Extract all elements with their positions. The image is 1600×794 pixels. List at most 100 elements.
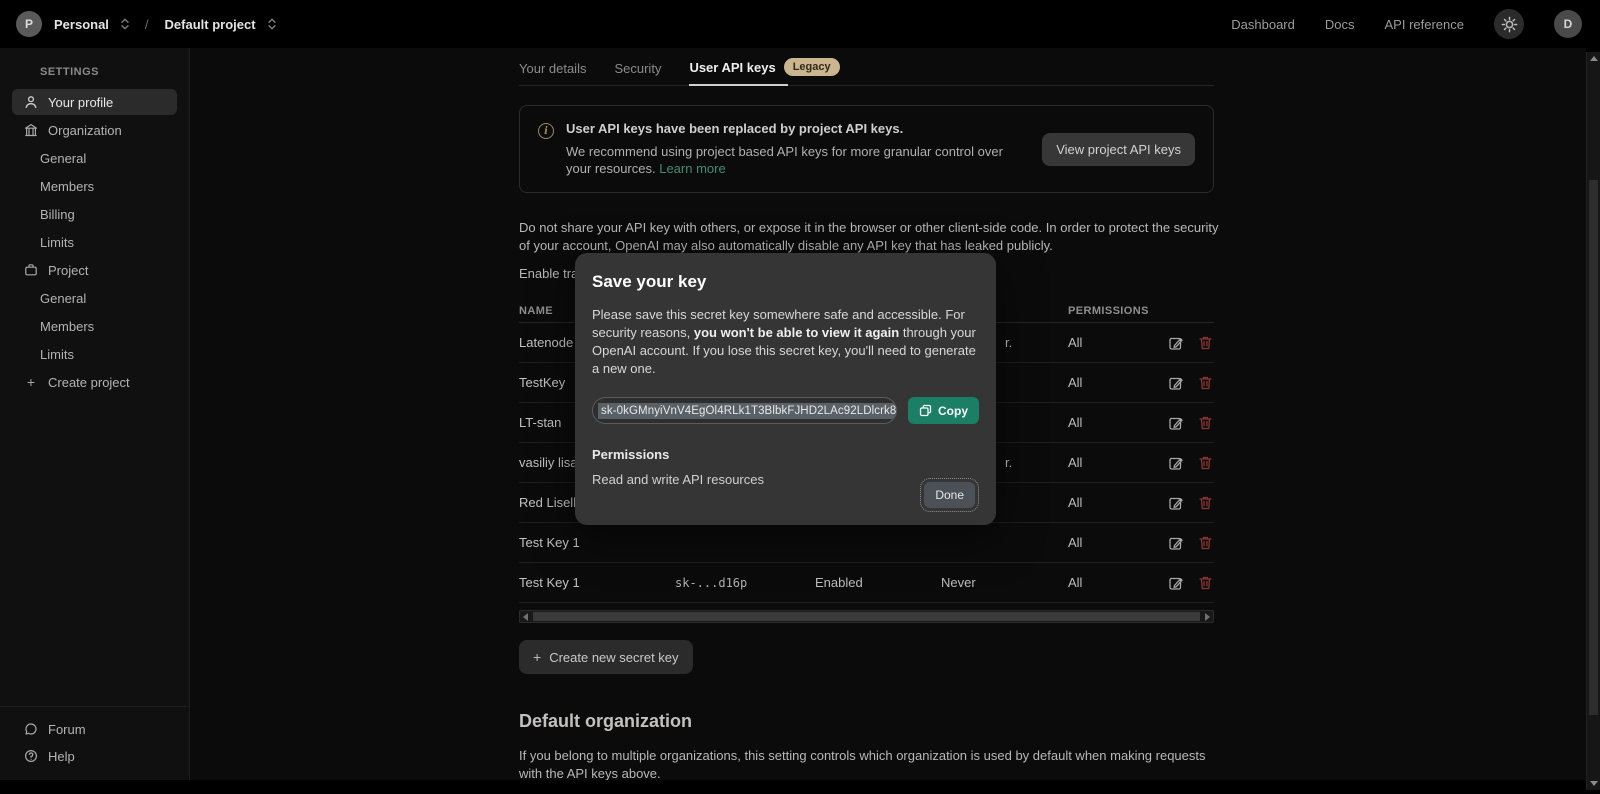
- last-used-fragment: r.: [1005, 335, 1013, 350]
- horizontal-scrollbar[interactable]: [519, 610, 1214, 623]
- key-secret: sk-...d16p: [675, 575, 748, 590]
- settings-sidebar: SETTINGS Your profile Organization Gener…: [0, 48, 190, 780]
- view-project-api-keys-button[interactable]: View project API keys: [1042, 133, 1195, 166]
- copy-icon: [919, 404, 932, 417]
- scroll-left-arrow-icon[interactable]: [523, 613, 528, 621]
- learn-more-link[interactable]: Learn more: [659, 161, 725, 176]
- vertical-scrollbar-thumb[interactable]: [1589, 180, 1598, 715]
- create-secret-key-button[interactable]: + Create new secret key: [519, 640, 693, 674]
- chevron-updown-icon[interactable]: [119, 17, 131, 31]
- org-switcher[interactable]: Personal: [54, 17, 109, 32]
- delete-icon[interactable]: [1198, 535, 1214, 551]
- key-permissions: All: [1068, 375, 1083, 390]
- plus-icon: +: [26, 374, 36, 390]
- sidebar-item-label: Limits: [40, 234, 74, 250]
- delete-icon[interactable]: [1198, 455, 1214, 471]
- horizontal-scrollbar-thumb[interactable]: [533, 612, 1200, 621]
- briefcase-icon: [23, 262, 39, 278]
- delete-icon[interactable]: [1198, 495, 1214, 511]
- key-permissions: All: [1068, 535, 1083, 550]
- copy-button[interactable]: Copy: [908, 397, 979, 424]
- info-icon: i: [538, 123, 554, 139]
- banner-title: User API keys have been replaced by proj…: [566, 121, 904, 136]
- top-bar: P Personal / Default project Dashboard D…: [0, 0, 1600, 48]
- nav-docs[interactable]: Docs: [1325, 17, 1355, 32]
- copy-button-label: Copy: [938, 403, 968, 418]
- scroll-down-arrow-icon[interactable]: [1590, 781, 1598, 786]
- col-permissions: PERMISSIONS: [1068, 304, 1149, 317]
- nav-api-reference[interactable]: API reference: [1385, 17, 1465, 32]
- breadcrumb-separator: /: [144, 16, 149, 32]
- sidebar-item-label: Limits: [40, 346, 74, 362]
- delete-icon[interactable]: [1198, 375, 1214, 391]
- key-permissions: All: [1068, 495, 1083, 510]
- tab-your-details[interactable]: Your details: [519, 61, 586, 85]
- tab-user-api-keys[interactable]: User API keys Legacy: [689, 58, 840, 86]
- edit-icon[interactable]: [1168, 495, 1184, 511]
- sidebar-item-proj-limits[interactable]: Limits: [12, 341, 177, 367]
- modal-title: Save your key: [592, 272, 707, 291]
- chevron-updown-icon[interactable]: [266, 17, 278, 31]
- sidebar-item-label: Members: [40, 318, 95, 334]
- default-organization-description: If you belong to multiple organizations,…: [519, 748, 1206, 781]
- sidebar-item-proj-members[interactable]: Members: [12, 313, 177, 339]
- nav-dashboard[interactable]: Dashboard: [1231, 17, 1295, 32]
- sidebar-item-create-project[interactable]: + Create project: [12, 369, 177, 395]
- sidebar-footer: Forum Help: [0, 706, 189, 780]
- scroll-up-arrow-icon[interactable]: [1590, 56, 1598, 61]
- sidebar-item-label: Organization: [48, 122, 122, 138]
- project-switcher[interactable]: Default project: [165, 17, 256, 32]
- sidebar-item-org-billing[interactable]: Billing: [12, 201, 177, 227]
- delete-icon[interactable]: [1198, 575, 1214, 591]
- plus-icon: +: [533, 649, 542, 665]
- key-permissions: All: [1068, 575, 1083, 590]
- scroll-right-arrow-icon[interactable]: [1205, 613, 1210, 621]
- modal-body-text: Please save this secret key somewhere sa…: [592, 306, 979, 378]
- edit-icon[interactable]: [1168, 335, 1184, 351]
- delete-icon[interactable]: [1198, 335, 1214, 351]
- edit-icon[interactable]: [1168, 455, 1184, 471]
- edit-icon[interactable]: [1168, 375, 1184, 391]
- gear-icon: [1501, 16, 1518, 33]
- done-button[interactable]: Done: [920, 478, 979, 512]
- sidebar-item-org-general[interactable]: General: [12, 145, 177, 171]
- settings-gear-button[interactable]: [1494, 9, 1524, 39]
- sidebar-heading: SETTINGS: [40, 66, 100, 78]
- key-name: Test Key 1: [519, 535, 580, 550]
- organization-icon: [23, 122, 39, 138]
- edit-icon[interactable]: [1168, 575, 1184, 591]
- sidebar-item-label: General: [40, 290, 87, 306]
- sidebar-item-project[interactable]: Project: [12, 257, 177, 283]
- sidebar-item-help[interactable]: Help: [12, 743, 177, 769]
- key-last-used: Never: [941, 575, 976, 590]
- save-key-modal: Save your key Please save this secret ke…: [575, 253, 996, 525]
- sidebar-item-label: Project: [48, 262, 89, 278]
- delete-icon[interactable]: [1198, 415, 1214, 431]
- help-icon: [23, 748, 39, 764]
- last-used-fragment: r.: [1005, 455, 1013, 470]
- legacy-badge: Legacy: [783, 58, 840, 76]
- sidebar-item-your-profile[interactable]: Your profile: [12, 89, 177, 115]
- sidebar-item-label: Help: [48, 748, 75, 764]
- sidebar-item-proj-general[interactable]: General: [12, 285, 177, 311]
- forum-icon: [23, 721, 39, 737]
- sidebar-item-forum[interactable]: Forum: [12, 716, 177, 742]
- edit-icon[interactable]: [1168, 415, 1184, 431]
- tab-label: User API keys: [689, 59, 776, 75]
- key-permissions: All: [1068, 455, 1083, 470]
- viewport-bottom-edge: [0, 780, 1586, 794]
- info-banner: i User API keys have been replaced by pr…: [519, 105, 1214, 193]
- edit-icon[interactable]: [1168, 535, 1184, 551]
- sidebar-item-label: Your profile: [48, 94, 114, 110]
- org-avatar[interactable]: P: [16, 11, 42, 37]
- sidebar-item-org-limits[interactable]: Limits: [12, 229, 177, 255]
- key-tracking: Enabled: [815, 575, 863, 590]
- tab-security[interactable]: Security: [614, 61, 661, 85]
- banner-body-text: We recommend using project based API key…: [566, 144, 1003, 176]
- sidebar-item-label: Forum: [48, 721, 86, 737]
- user-avatar[interactable]: D: [1554, 10, 1582, 38]
- sidebar-item-org-members[interactable]: Members: [12, 173, 177, 199]
- vertical-scrollbar[interactable]: [1586, 52, 1600, 790]
- secret-key-input[interactable]: sk-0kGMnyiVnV4EgOl4RLk1T3BlbkFJHD2LAc92L…: [592, 397, 897, 424]
- sidebar-item-organization[interactable]: Organization: [12, 117, 177, 143]
